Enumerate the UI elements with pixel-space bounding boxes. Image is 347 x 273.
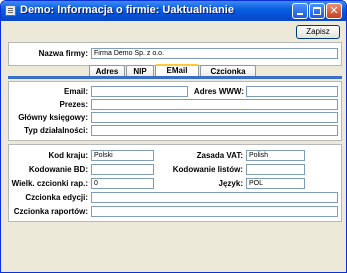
settings-panel: Kod kraju: Polski Zasada VAT: Polish Kod… [8, 144, 342, 222]
czcionka-edycji-field[interactable] [91, 192, 338, 203]
kod-kraju-label: Kod kraju: [48, 151, 88, 160]
company-name-field[interactable]: Firma Demo Sp. z o.o. [91, 48, 338, 59]
company-name-label: Nazwa firmy: [38, 49, 88, 58]
app-icon [5, 5, 16, 16]
title-bar[interactable]: Demo: Informacja o firmie: Uaktualnianie… [1, 1, 346, 21]
wielk-czcionki-label: Wielk. czcionki rap.: [11, 179, 88, 188]
maximize-icon [313, 7, 321, 15]
tab-underline [8, 76, 342, 79]
close-icon: ✕ [329, 5, 339, 17]
minimize-icon [297, 13, 303, 15]
kodowanie-bd-label: Kodowanie BD: [28, 165, 88, 174]
kod-kraju-field[interactable]: Polski [91, 150, 154, 161]
typ-label: Typ działalności: [24, 126, 88, 135]
czcionka-raportow-label: Czcionka raportów: [13, 207, 88, 216]
typ-field[interactable] [91, 125, 338, 136]
company-name-panel: Nazwa firmy: Firma Demo Sp. z o.o. [8, 42, 342, 66]
zasada-vat-label: Zasada VAT: [196, 151, 243, 160]
ksiegowy-label: Główny księgowy: [18, 113, 88, 122]
wielk-czcionki-field[interactable]: 0 [91, 178, 154, 189]
jezyk-label: Język: [218, 179, 243, 188]
ksiegowy-field[interactable] [91, 112, 338, 123]
email-label: Email: [63, 87, 88, 96]
prezes-label: Prezes: [59, 100, 88, 109]
kodowanie-listow-label: Kodowanie listów: [172, 165, 243, 174]
jezyk-field[interactable]: POL [246, 178, 305, 189]
www-field[interactable] [246, 86, 338, 97]
company-info-window: Demo: Informacja o firmie: Uaktualnianie… [0, 0, 347, 273]
close-button[interactable]: ✕ [326, 3, 342, 19]
window-title: Demo: Informacja o firmie: Uaktualnianie [20, 4, 234, 16]
zasada-vat-field[interactable]: Polish [246, 150, 305, 161]
kodowanie-bd-field[interactable] [91, 164, 154, 175]
maximize-button[interactable] [309, 3, 325, 19]
email-tab-panel: Email: Adres WWW: Prezes: Główny księgow… [8, 81, 342, 141]
czcionka-raportow-field[interactable] [91, 206, 338, 217]
email-field[interactable] [91, 86, 188, 97]
kodowanie-listow-field[interactable] [246, 164, 305, 175]
prezes-field[interactable] [91, 99, 338, 110]
czcionka-edycji-label: Czcionka edycji: [25, 193, 88, 202]
minimize-button[interactable] [292, 3, 308, 19]
save-button[interactable]: Zapisz [296, 25, 340, 39]
www-label: Adres WWW: [193, 87, 244, 96]
